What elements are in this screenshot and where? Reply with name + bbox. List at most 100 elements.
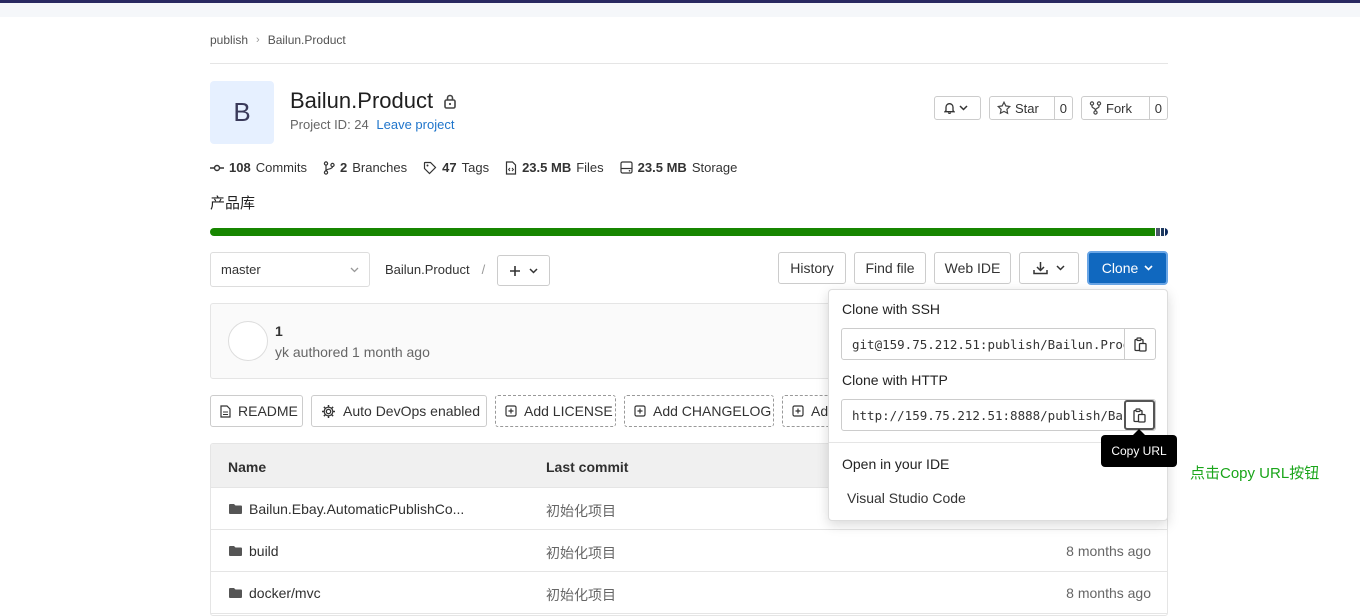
add-license-button[interactable]: Add LICENSE xyxy=(495,395,616,427)
folder-name: Bailun.Ebay.AutomaticPublishCo... xyxy=(249,501,465,517)
copy-http-url-button[interactable] xyxy=(1124,400,1155,430)
storage-size: 23.5 MB xyxy=(637,160,687,175)
history-button[interactable]: History xyxy=(778,252,846,284)
http-url-input[interactable]: http://159.75.212.51:8888/publish/Bailun… xyxy=(842,408,1124,423)
folder-name: docker/mvc xyxy=(249,585,321,601)
project-stats: 108 Commits 2 Branches 47 Tags 23.5 MB F… xyxy=(210,160,737,175)
clipboard-icon xyxy=(1133,407,1146,423)
chevron-down-icon xyxy=(1056,265,1065,271)
branch-name: master xyxy=(221,262,261,277)
readme-label: README xyxy=(238,403,298,419)
star-count: 0 xyxy=(1053,97,1072,119)
folder-name: build xyxy=(249,543,279,559)
fork-icon xyxy=(1089,101,1102,115)
ssh-url-input[interactable]: git@159.75.212.51:publish/Bailun.Product… xyxy=(842,337,1124,352)
star-icon xyxy=(997,101,1011,115)
column-last-commit: Last commit xyxy=(546,459,629,475)
fork-count: 0 xyxy=(1148,97,1167,119)
commit-icon xyxy=(210,163,224,173)
commit-meta: yk authored 1 month ago xyxy=(275,344,430,360)
chevron-down-icon xyxy=(529,267,538,274)
table-row[interactable]: build 初始化项目 8 months ago xyxy=(211,530,1167,572)
add-license-label: Add LICENSE xyxy=(524,403,613,419)
repo-path-root[interactable]: Bailun.Product xyxy=(385,262,470,277)
project-title: Bailun.Product xyxy=(290,88,457,114)
folder-link[interactable]: Bailun.Ebay.AutomaticPublishCo... xyxy=(228,501,464,517)
add-changelog-label: Add CHANGELOG xyxy=(653,403,772,419)
chevron-down-icon xyxy=(959,105,968,111)
folder-link[interactable]: build xyxy=(228,543,279,559)
clone-dropdown-menu: Clone with SSH git@159.75.212.51:publish… xyxy=(828,289,1168,521)
instruction-annotation: 点击Copy URL按钮 xyxy=(1190,465,1320,482)
copy-url-tooltip: Copy URL xyxy=(1101,429,1177,467)
commit-title[interactable]: 1 xyxy=(275,323,283,339)
clone-ssh-header: Clone with SSH xyxy=(842,301,941,317)
commits-count: 108 xyxy=(229,160,251,175)
auto-devops-button[interactable]: Auto DevOps enabled xyxy=(311,395,487,427)
plus-icon xyxy=(509,265,521,277)
document-icon xyxy=(220,404,231,418)
chevron-down-icon xyxy=(1144,265,1153,271)
plus-square-icon xyxy=(792,405,804,417)
find-file-button[interactable]: Find file xyxy=(854,252,926,284)
add-to-tree-dropdown[interactable] xyxy=(497,255,550,286)
download-dropdown[interactable] xyxy=(1019,252,1079,284)
chevron-down-icon xyxy=(350,267,359,273)
add-changelog-button[interactable]: Add CHANGELOG xyxy=(624,395,774,427)
stat-storage[interactable]: 23.5 MB Storage xyxy=(620,160,738,175)
web-ide-button[interactable]: Web IDE xyxy=(934,252,1011,284)
ssh-url-field[interactable]: git@159.75.212.51:publish/Bailun.Product… xyxy=(841,328,1156,360)
project-subtitle: Project ID: 24 Leave project xyxy=(290,117,454,132)
fork-label: Fork xyxy=(1106,100,1132,116)
chevron-right-icon: › xyxy=(256,34,260,46)
download-icon xyxy=(1033,261,1048,275)
commit-message-link[interactable]: 初始化项目 xyxy=(546,501,616,521)
tags-count: 47 xyxy=(442,160,457,175)
lock-icon xyxy=(443,93,457,109)
repository-languages-bar[interactable] xyxy=(210,228,1168,236)
project-id: Project ID: 24 xyxy=(290,117,369,132)
divider xyxy=(210,63,1168,64)
avatar[interactable] xyxy=(228,321,268,361)
branch-dropdown[interactable]: master xyxy=(210,252,370,287)
open-vscode-item[interactable]: Visual Studio Code xyxy=(847,490,966,506)
stat-commits[interactable]: 108 Commits xyxy=(210,160,307,175)
http-url-field[interactable]: http://159.75.212.51:8888/publish/Bailun… xyxy=(841,399,1156,431)
fork-button[interactable]: Fork 0 xyxy=(1081,96,1168,120)
navbar-shadow xyxy=(0,3,1360,17)
project-name: Bailun.Product xyxy=(290,88,434,113)
file-code-icon xyxy=(505,160,517,175)
copy-ssh-url-button[interactable] xyxy=(1124,329,1155,359)
stat-files[interactable]: 23.5 MB Files xyxy=(505,160,604,175)
stat-branches[interactable]: 2 Branches xyxy=(323,160,407,175)
folder-icon xyxy=(228,587,243,599)
storage-label: Storage xyxy=(691,160,738,175)
star-button[interactable]: Star 0 xyxy=(989,96,1073,120)
commits-label: Commits xyxy=(255,160,307,175)
language-segment[interactable] xyxy=(1164,228,1168,236)
breadcrumb-project-link[interactable]: Bailun.Product xyxy=(268,33,346,47)
leave-project-link[interactable]: Leave project xyxy=(376,117,454,132)
files-label: Files xyxy=(576,160,604,175)
repo-path-separator: / xyxy=(481,262,486,277)
commit-message-link[interactable]: 初始化项目 xyxy=(546,543,616,563)
readme-button[interactable]: README xyxy=(210,395,303,427)
clone-dropdown-button[interactable]: Clone xyxy=(1087,251,1168,285)
branch-icon xyxy=(323,160,335,175)
project-avatar: B xyxy=(210,81,274,144)
stat-tags[interactable]: 47 Tags xyxy=(423,160,489,175)
project-description: 产品库 xyxy=(210,195,256,212)
clipboard-icon xyxy=(1133,336,1147,352)
column-name: Name xyxy=(228,459,267,475)
notification-dropdown[interactable] xyxy=(934,96,981,120)
folder-icon xyxy=(228,503,243,515)
language-segment[interactable] xyxy=(210,228,1155,236)
breadcrumb-group-link[interactable]: publish xyxy=(210,33,248,47)
table-row[interactable]: docker/mvc 初始化项目 8 months ago xyxy=(211,572,1167,614)
storage-icon xyxy=(620,161,633,174)
folder-link[interactable]: docker/mvc xyxy=(228,585,321,601)
repo-path-breadcrumb: Bailun.Product / xyxy=(385,262,485,277)
commit-message-link[interactable]: 初始化项目 xyxy=(546,585,616,605)
tag-icon xyxy=(423,161,437,175)
branches-label: Branches xyxy=(352,160,408,175)
